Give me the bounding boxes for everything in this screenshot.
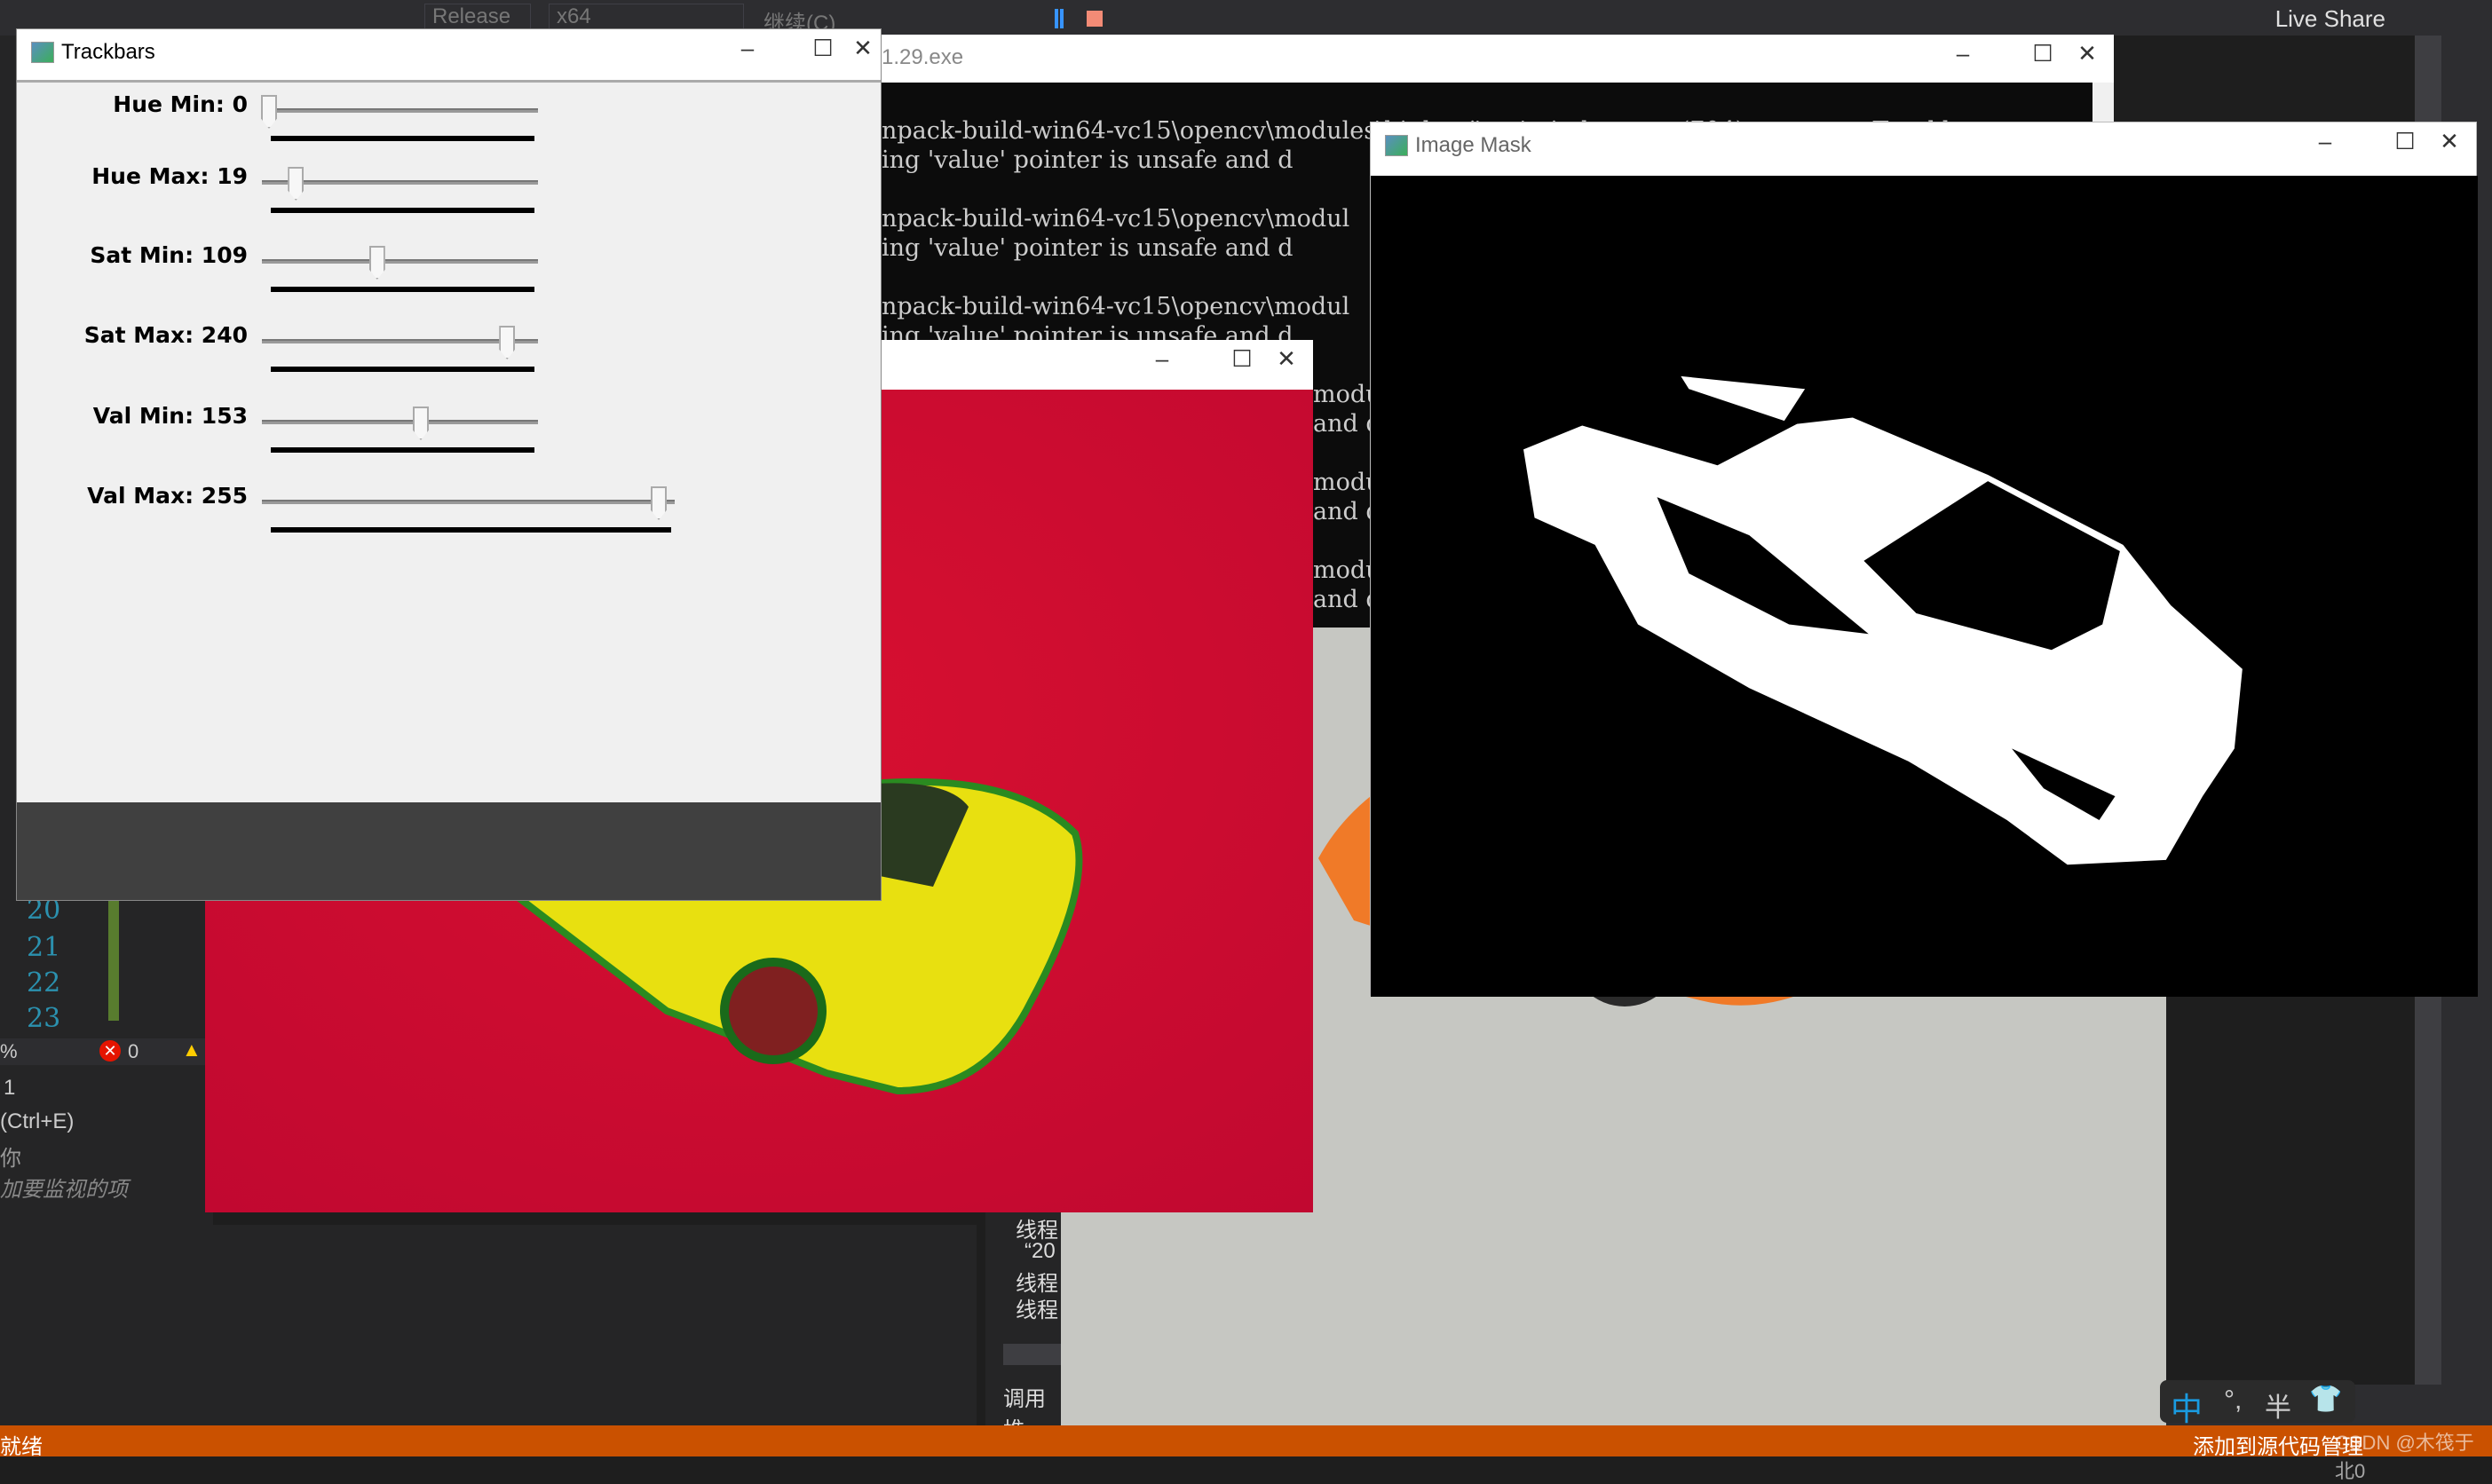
- close-button[interactable]: ✕: [810, 35, 916, 62]
- app-icon: [31, 42, 54, 63]
- trackbar-track[interactable]: [262, 420, 538, 424]
- trackbar-label: Sat Min: 109: [90, 242, 248, 268]
- stop-icon[interactable]: [1087, 11, 1103, 27]
- error-icon[interactable]: ✕: [99, 1040, 121, 1062]
- config-select[interactable]: Release: [424, 4, 531, 30]
- line-number: 22: [27, 967, 61, 999]
- error-bar: % ✕ 0 ▲: [0, 1038, 213, 1065]
- minimize-button[interactable]: –: [730, 35, 765, 62]
- watch-row: 1: [4, 1076, 16, 1100]
- trackbar-track[interactable]: [262, 500, 675, 504]
- trackbar-label: Hue Min: 0: [113, 91, 248, 117]
- trackbar-thumb[interactable]: [368, 246, 385, 280]
- trackbar-label: Hue Max: 19: [91, 163, 248, 189]
- output-line: 线程: [1016, 1298, 1058, 1322]
- trackbar-thumb[interactable]: [499, 326, 516, 359]
- line-number: 21: [27, 932, 61, 963]
- maximize-button[interactable]: ☐: [2025, 40, 2061, 67]
- trackbar-thumb[interactable]: [261, 95, 277, 129]
- live-share-button[interactable]: Live Share: [2275, 5, 2385, 33]
- horizontal-scrollbar[interactable]: [1003, 1344, 1061, 1365]
- app-icon: [1385, 135, 1408, 156]
- console-line: ing 'value' pointer is unsafe and d: [882, 146, 1293, 174]
- watermark: CSDN @木筏于北0: [2335, 1432, 2474, 1482]
- console-line: npack-build-win64-vc15\opencv\modul: [882, 293, 1350, 320]
- trackbar-track[interactable]: [262, 108, 538, 113]
- minimize-button[interactable]: –: [1945, 40, 1981, 67]
- status-bar: 就绪 添加到源代码管理 CSDN @木筏于北0: [0, 1425, 2492, 1482]
- trackbar-thumb[interactable]: [413, 407, 429, 440]
- window-title: Image Mask: [1415, 133, 1531, 157]
- minimize-button[interactable]: –: [1144, 345, 1180, 373]
- trackbars-footer: [17, 802, 881, 900]
- mask-title-bar[interactable]: Image Mask – ☐ ✕: [1371, 122, 2476, 176]
- watch-name-header: 你: [0, 1147, 21, 1171]
- output-panel: 线程 “20 线程 线程 调用堆: [985, 1212, 1061, 1442]
- trackbar-range-bar: [271, 208, 534, 213]
- window-title: Trackbars: [61, 40, 155, 64]
- trackbar-range-bar: [271, 287, 534, 292]
- ime-width-toggle[interactable]: 半: [2265, 1385, 2291, 1425]
- console-title-bar[interactable]: 1.29.exe – ☐ ✕: [882, 35, 2114, 83]
- maximize-button[interactable]: ☐: [2387, 128, 2423, 155]
- trackbar-range-bar: [271, 367, 534, 372]
- zoom-level[interactable]: %: [0, 1040, 18, 1063]
- pause-icon[interactable]: [1055, 9, 1064, 28]
- maximize-button[interactable]: ☐: [1224, 345, 1260, 373]
- watch-panel: [0, 1225, 977, 1438]
- hsv-title-bar[interactable]: – ☐ ✕: [882, 340, 1313, 390]
- trackbar-range-bar: [271, 136, 534, 141]
- trackbars-title-bar[interactable]: Trackbars – ☐ ✕: [17, 29, 881, 83]
- trackbar-label: Val Max: 255: [87, 483, 248, 509]
- watch-search-input[interactable]: (Ctrl+E): [0, 1109, 74, 1134]
- trackbar-range-bar: [271, 527, 671, 533]
- ime-skin-icon[interactable]: 👕: [2309, 1384, 2342, 1415]
- console-line: npack-build-win64-vc15\opencv\modul: [882, 205, 1350, 233]
- trackbar-label: Val Min: 153: [92, 403, 248, 429]
- trackbar-thumb[interactable]: [651, 486, 667, 520]
- watch-add-item[interactable]: 加要监视的项: [0, 1172, 128, 1203]
- warning-icon[interactable]: ▲: [182, 1038, 202, 1062]
- trackbar-label: Sat Max: 240: [83, 322, 248, 348]
- ime-punct-toggle[interactable]: °,: [2224, 1385, 2242, 1416]
- error-count: 0: [128, 1040, 139, 1062]
- output-line: “20: [1024, 1239, 1056, 1263]
- platform-select[interactable]: x64: [549, 4, 744, 30]
- change-margin: [108, 888, 119, 1021]
- mask-image: [1371, 176, 2478, 997]
- minimize-button[interactable]: –: [2307, 128, 2343, 155]
- close-button[interactable]: ✕: [2069, 40, 2105, 67]
- trackbar-track[interactable]: [262, 339, 538, 343]
- line-number: 23: [27, 1003, 61, 1034]
- close-button[interactable]: ✕: [2432, 128, 2467, 155]
- close-button[interactable]: ✕: [1269, 345, 1304, 373]
- console-line: ing 'value' pointer is unsafe and d: [882, 234, 1293, 262]
- ime-mode-toggle[interactable]: 中: [2171, 1384, 2203, 1430]
- trackbar-range-bar: [271, 447, 534, 453]
- trackbar-thumb[interactable]: [288, 167, 305, 201]
- trackbars-window: Trackbars – ☐ ✕ Hue Min: 0 Hue Max: 19 S…: [16, 28, 882, 901]
- status-text: 就绪: [0, 1435, 43, 1459]
- image-mask-window: Image Mask – ☐ ✕: [1370, 122, 2478, 997]
- ime-toolbar: 中 °, 半 👕: [2160, 1380, 2355, 1427]
- trackbar-track[interactable]: [262, 259, 538, 264]
